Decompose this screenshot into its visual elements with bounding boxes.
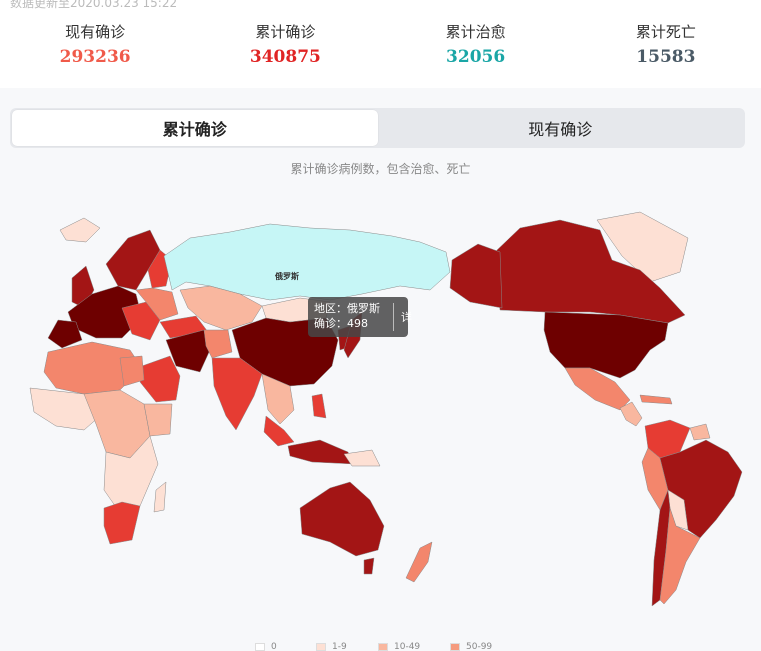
tab-current-confirmed[interactable]: 现有确诊 — [378, 110, 744, 146]
stat-current-confirmed: 现有确诊 293236 — [0, 20, 190, 80]
legend-label: 1-9 — [332, 642, 347, 651]
region-south-africa[interactable] — [103, 501, 141, 545]
tooltip-region: 地区：俄罗斯 — [314, 302, 380, 315]
region-indonesia[interactable] — [287, 439, 355, 465]
map-tooltip: 地区：俄罗斯 确诊：498 详 — [308, 297, 412, 337]
stat-label: 累计治愈 — [445, 23, 506, 41]
stat-label: 现有确诊 — [65, 23, 126, 41]
stats-row: 现有确诊 293236 累计确诊 340875 累计治愈 32056 累计死亡 … — [0, 20, 761, 80]
legend-label: 0 — [271, 642, 277, 651]
tooltip-confirmed: 确诊：498 — [314, 317, 368, 330]
legend-item: 0 — [255, 642, 277, 651]
legend-swatch — [255, 643, 265, 651]
legend-label: 10-49 — [394, 642, 421, 651]
stat-label: 累计死亡 — [635, 23, 696, 41]
region-tasmania[interactable] — [363, 557, 375, 575]
region-alaska[interactable] — [449, 243, 503, 309]
region-iberia[interactable] — [47, 319, 83, 349]
legend-item: 1-9 — [316, 642, 347, 651]
legend-item: 50-99 — [450, 642, 492, 651]
region-usa[interactable] — [543, 311, 669, 379]
legend-swatch — [316, 643, 326, 651]
region-india[interactable] — [211, 357, 263, 431]
legend-swatch — [378, 643, 388, 651]
tooltip-detail-link[interactable]: 详 — [401, 310, 412, 325]
legend-swatch — [450, 643, 460, 651]
tooltip-separator — [393, 303, 394, 331]
app-root: 数据更新至2020.03.23 15:22 现有确诊 293236 累计确诊 3… — [0, 0, 761, 651]
stat-total-deaths: 累计死亡 15583 — [571, 20, 761, 80]
stat-label: 累计确诊 — [255, 23, 316, 41]
map-subtitle: 累计确诊病例数，包含治愈、死亡 — [290, 162, 471, 176]
region-arabia[interactable] — [139, 355, 181, 403]
map-label-russia: 俄罗斯 — [275, 272, 299, 281]
map-legend: 0 1-9 10-49 50-99 — [0, 640, 761, 651]
region-philippines[interactable] — [311, 393, 327, 419]
region-madagascar[interactable] — [153, 481, 167, 513]
stat-value: 15583 — [636, 47, 696, 67]
tab-total-confirmed[interactable]: 累计确诊 — [12, 110, 378, 146]
stat-value: 293236 — [59, 47, 131, 67]
update-time: 数据更新至2020.03.23 15:22 — [10, 0, 178, 10]
tab-bar: 累计确诊 现有确诊 — [10, 108, 745, 148]
region-caribbean[interactable] — [639, 394, 673, 405]
world-map[interactable] — [0, 190, 761, 630]
region-new-zealand[interactable] — [405, 541, 433, 583]
region-australia[interactable] — [299, 481, 385, 557]
stat-value: 32056 — [446, 47, 506, 67]
legend-item: 10-49 — [378, 642, 420, 651]
stat-value: 340875 — [249, 47, 321, 67]
region-guyana[interactable] — [689, 423, 711, 441]
stat-total-cured: 累计治愈 32056 — [381, 20, 571, 80]
region-iceland[interactable] — [59, 217, 101, 243]
stat-total-confirmed: 累计确诊 340875 — [190, 20, 380, 80]
legend-label: 50-99 — [466, 642, 493, 651]
